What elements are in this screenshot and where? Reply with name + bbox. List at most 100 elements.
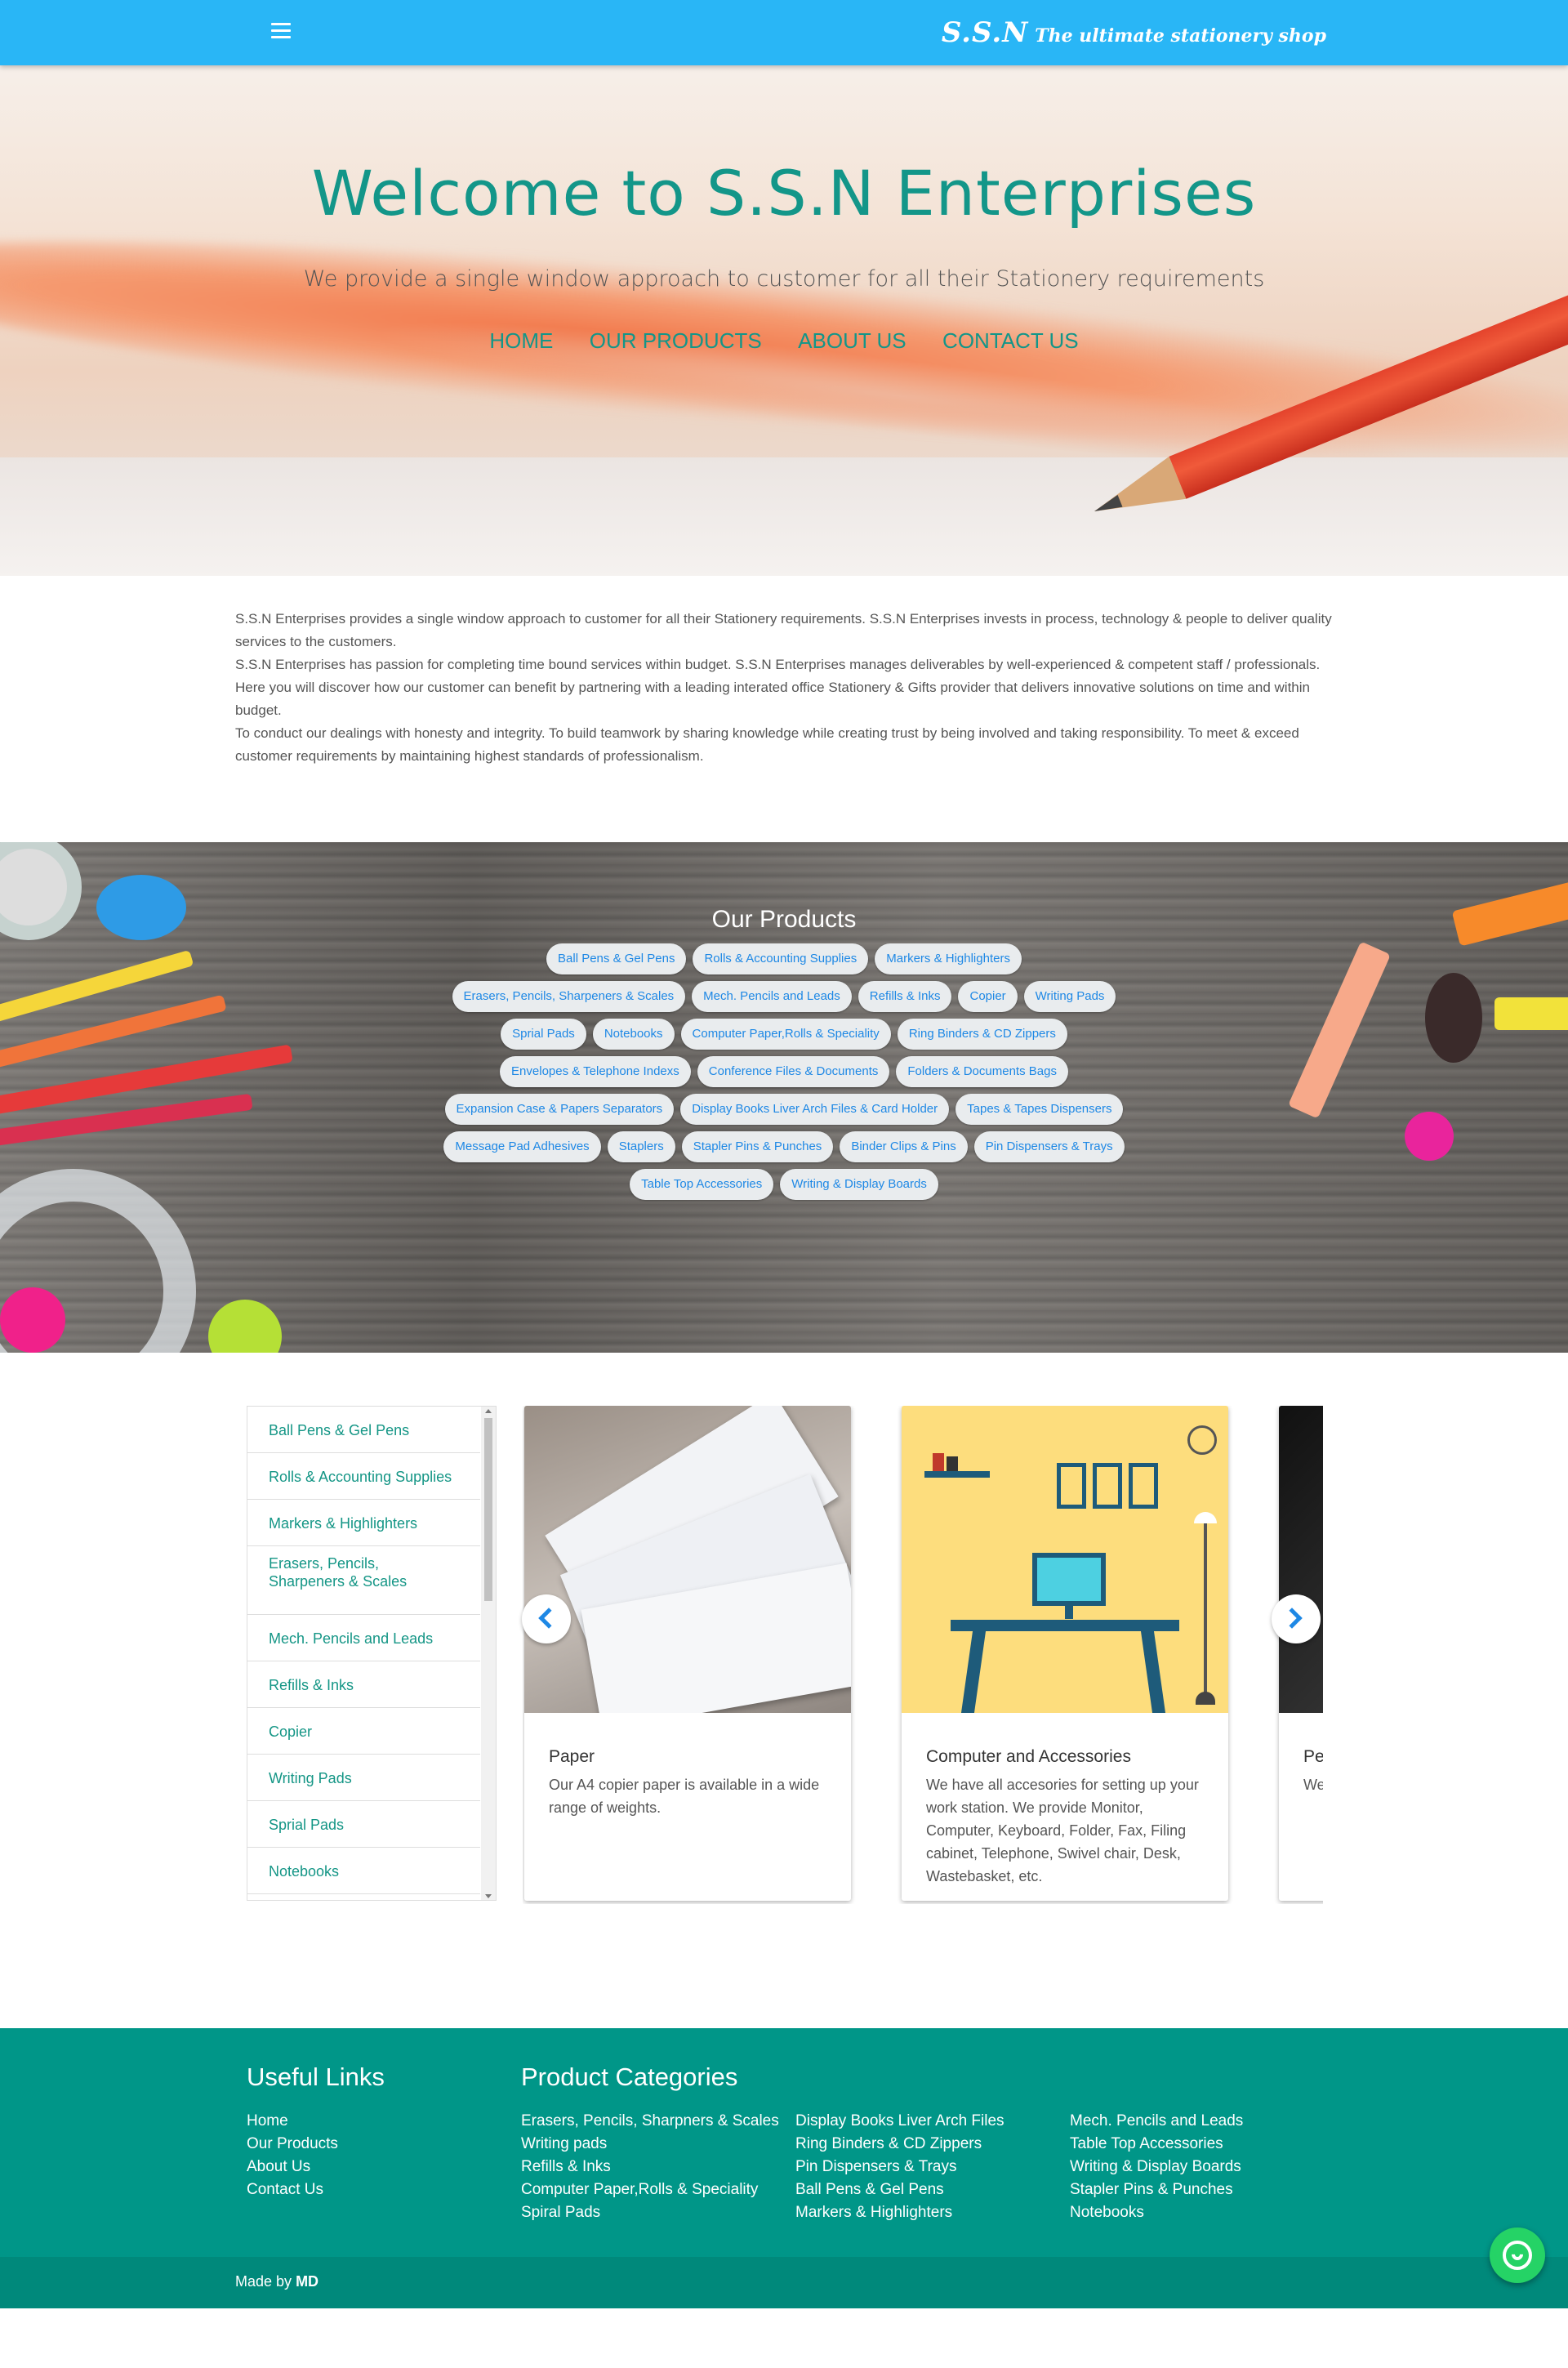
product-category-list[interactable]: Ball Pens & Gel Pens Rolls & Accounting … [247,1406,497,1901]
footer-category-link[interactable]: Notebooks [1070,2201,1243,2224]
chip-row: Ball Pens & Gel Pens Rolls & Accounting S… [408,940,1160,978]
product-chip[interactable]: Refills & Inks [858,981,952,1012]
hero-table-surface [0,457,1568,576]
product-categories-title: Product Categories [521,2063,738,2091]
nav-contact-us-link[interactable]: CONTACT US [942,328,1079,354]
product-chip[interactable]: Expansion Case & Papers Separators [444,1094,675,1125]
footer-category-link[interactable]: Mech. Pencils and Leads [1070,2110,1243,2133]
footer-link-about-us[interactable]: About Us [247,2156,338,2178]
footer-category-link[interactable]: Stapler Pins & Punches [1070,2178,1243,2201]
product-chip[interactable]: Message Pad Adhesives [443,1131,601,1162]
product-chip[interactable]: Staplers [607,1131,675,1162]
pens-image [1279,1406,1323,1713]
nav-our-products-link[interactable]: OUR PRODUCTS [590,328,762,354]
footer-category-link[interactable]: Ring Binders & CD Zippers [795,2133,1004,2156]
product-chip[interactable]: Envelopes & Telephone Indexs [500,1056,691,1087]
carousel-card[interactable]: Paper Our A4 copier paper is available i… [524,1406,851,1901]
chip-row: Expansion Case & Papers Separators Displa… [408,1090,1160,1128]
footer-category-link[interactable]: Writing pads [521,2133,779,2156]
list-item[interactable]: Writing Pads [247,1755,480,1801]
made-by-label: Made by [235,2273,292,2290]
list-item[interactable]: Refills & Inks [247,1661,480,1708]
hamburger-menu-icon[interactable] [271,23,291,39]
whatsapp-chat-button[interactable] [1490,2228,1545,2283]
footer-category-link[interactable]: Spiral Pads [521,2201,779,2224]
scrollbar-thumb[interactable] [484,1418,492,1601]
product-chip[interactable]: Erasers, Pencils, Sharpeners & Scales [452,981,686,1012]
useful-links-list: Home Our Products About Us Contact Us [247,2110,338,2201]
footer-link-home[interactable]: Home [247,2110,338,2133]
product-chip[interactable]: Stapler Pins & Punches [681,1131,834,1162]
footer-category-link[interactable]: Erasers, Pencils, Sharpners & Scales [521,2110,779,2133]
product-carousel: Paper Our A4 copier paper is available i… [523,1406,1323,1904]
products-title: Our Products [711,906,857,933]
footer-category-link[interactable]: Ball Pens & Gel Pens [795,2178,1004,2201]
carousel-card[interactable]: Pe We Fo [1279,1406,1323,1901]
product-chip[interactable]: Notebooks [592,1019,675,1050]
made-by-credit: Made by MD [235,2273,318,2290]
product-chip[interactable]: Mech. Pencils and Leads [692,981,852,1012]
card-text: We Fo [1303,1777,1323,1793]
product-chip[interactable]: Writing & Display Boards [780,1169,938,1200]
footer-category-link[interactable]: Refills & Inks [521,2156,779,2178]
list-item[interactable]: Erasers, Pencils, Sharpeners & Scales [247,1546,480,1615]
footer-category-link[interactable]: Markers & Highlighters [795,2201,1004,2224]
list-item[interactable]: Copier [247,1708,480,1755]
nav-about-us-link[interactable]: ABOUT US [798,328,906,354]
product-chip[interactable]: Computer Paper,Rolls & Speciality [680,1019,891,1050]
carousel-prev-button[interactable] [522,1594,571,1643]
our-products-section: Our Products Ball Pens & Gel Pens Rolls &… [0,842,1568,1353]
list-item[interactable]: Notebooks [247,1848,480,1894]
workspace-illustration [902,1406,1228,1713]
card-text: Our A4 copier paper is available in a wi… [549,1777,820,1816]
footer-category-link[interactable]: Computer Paper,Rolls & Speciality [521,2178,779,2201]
product-chip[interactable]: Display Books Liver Arch Files & Card Ho… [680,1094,950,1125]
product-chip[interactable]: Sprial Pads [501,1019,586,1050]
list-item[interactable]: Markers & Highlighters [247,1500,480,1546]
scrollbar[interactable] [481,1407,496,1900]
product-chip[interactable]: Tapes & Tapes Dispensers [956,1094,1124,1125]
footer-bottom-bar: Made by MD [0,2257,1568,2308]
carousel-next-button[interactable] [1272,1594,1321,1643]
product-chip[interactable]: Table Top Accessories [630,1169,774,1200]
chip-row: Message Pad Adhesives Staplers Stapler Pin… [408,1128,1160,1166]
footer: Useful Links Home Our Products About Us … [0,2028,1568,2257]
card-title: Computer and Accessories [926,1747,1131,1766]
list-item[interactable]: Ball Pens & Gel Pens [247,1407,480,1453]
clip-decoration [1405,1112,1454,1161]
footer-category-link[interactable]: Display Books Liver Arch Files [795,2110,1004,2133]
hero-title: Welcome to S.S.N Enterprises [311,157,1257,230]
product-chip[interactable]: Binder Clips & Pins [840,1131,968,1162]
nav-home-link[interactable]: HOME [489,328,553,354]
product-chip[interactable]: Markers & Highlighters [875,943,1022,974]
footer-link-contact-us[interactable]: Contact Us [247,2178,338,2201]
footer-category-link[interactable]: Pin Dispensers & Trays [795,2156,1004,2178]
hero-banner: Welcome to S.S.N Enterprises We provide … [0,65,1568,576]
footer-category-link[interactable]: Table Top Accessories [1070,2133,1243,2156]
eraser-decoration [1425,973,1482,1063]
product-chips: Ball Pens & Gel Pens Rolls & Accounting S… [408,940,1160,1203]
list-item[interactable]: Mech. Pencils and Leads [247,1615,480,1661]
product-chip[interactable]: Writing Pads [1023,981,1116,1012]
brand-logo[interactable]: S.S.N The ultimate stationery shop [942,16,1326,49]
footer-link-our-products[interactable]: Our Products [247,2133,338,2156]
list-item[interactable]: Sprial Pads [247,1801,480,1848]
product-chip[interactable]: Pin Dispensers & Trays [973,1131,1125,1162]
footer-category-link[interactable]: Writing & Display Boards [1070,2156,1243,2178]
scroll-down-icon[interactable] [485,1894,492,1898]
scroll-up-icon[interactable] [485,1409,492,1413]
product-chip[interactable]: Folders & Documents Bags [896,1056,1068,1087]
product-chip[interactable]: Ball Pens & Gel Pens [546,943,687,974]
product-chip[interactable]: Conference Files & Documents [697,1056,890,1087]
product-chip[interactable]: Rolls & Accounting Supplies [693,943,869,974]
carousel-card[interactable]: Computer and Accessories We have all acc… [902,1406,1228,1901]
footer-category-column: Mech. Pencils and Leads Table Top Access… [1070,2110,1243,2224]
product-chip[interactable]: Copier [958,981,1018,1012]
author-link[interactable]: MD [296,2273,318,2290]
card-title: Pe [1303,1747,1323,1766]
about-paragraph: Here you will discover how our customer … [235,680,1310,718]
product-chip[interactable]: Ring Binders & CD Zippers [897,1019,1067,1050]
list-item[interactable]: Rolls & Accounting Supplies [247,1453,480,1500]
top-app-bar: S.S.N The ultimate stationery shop [0,0,1568,65]
footer-category-column: Erasers, Pencils, Sharpners & Scales Wri… [521,2110,779,2224]
